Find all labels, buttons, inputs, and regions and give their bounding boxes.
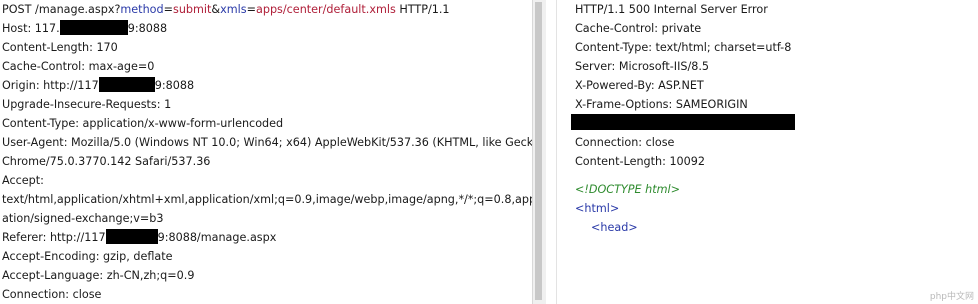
redaction-bar: [105, 229, 158, 244]
response-pane[interactable]: HTTP/1.1 500 Internal Server Error Cache…: [557, 0, 978, 304]
redaction-bar: [98, 77, 155, 92]
upgrade-header: Upgrade-Insecure-Requests: 1: [2, 98, 172, 111]
content-length-header: Content-Length: 170: [2, 41, 118, 54]
content-length-header: Content-Length: 10092: [575, 155, 706, 168]
content-type-header: Content-Type: application/x-www-form-url…: [2, 117, 284, 130]
server-header: Server: Microsoft-IIS/8.5: [575, 60, 710, 73]
cache-control-header: Cache-Control: private: [575, 22, 702, 35]
origin-header: Origin: http://117 9:8088: [2, 77, 195, 92]
referer-header: Referer: http://117 9:8088/manage.aspx: [2, 229, 277, 244]
frame-options-header: X-Frame-Options: SAMEORIGIN: [575, 98, 748, 111]
request-scrollbar-thumb[interactable]: [535, 2, 542, 300]
pane-divider[interactable]: [546, 0, 557, 304]
redaction-bar: [571, 114, 795, 130]
content-type-header: Content-Type: text/html; charset=utf-8: [575, 41, 792, 54]
connection-header: Connection: close: [575, 136, 675, 149]
accept-continuation-2: ation/signed-exchange;v=b3: [2, 212, 164, 225]
accept-language-header: Accept-Language: zh-CN,zh;q=0.9: [2, 269, 195, 282]
request-pane[interactable]: POST /manage.aspx?method=submit&xmls=app…: [0, 0, 532, 304]
user-agent-header: User-Agent: Mozilla/5.0 (Windows NT 10.0…: [2, 136, 532, 149]
host-header: Host: 117. 9:8088: [2, 20, 168, 35]
head-tag: <head>: [591, 221, 638, 234]
request-line: POST /manage.aspx?method=submit&xmls=app…: [2, 3, 450, 16]
redacted-header: [571, 114, 795, 133]
watermark: php中文网: [929, 292, 974, 302]
html-tag: <html>: [575, 202, 620, 215]
accept-header: Accept:: [2, 174, 44, 187]
accept-encoding-header: Accept-Encoding: gzip, deflate: [2, 250, 173, 263]
cache-control-header: Cache-Control: max-age=0: [2, 60, 155, 73]
burp-request-response-viewer: POST /manage.aspx?method=submit&xmls=app…: [0, 0, 978, 304]
connection-header: Connection: close: [2, 288, 102, 301]
user-agent-continuation: Chrome/75.0.3770.142 Safari/537.36: [2, 155, 211, 168]
redaction-bar: [59, 20, 128, 35]
powered-by-header: X-Powered-By: ASP.NET: [575, 79, 704, 92]
accept-continuation: text/html,application/xhtml+xml,applicat…: [2, 193, 532, 206]
doctype: <!DOCTYPE html>: [575, 183, 680, 196]
status-line: HTTP/1.1 500 Internal Server Error: [575, 3, 768, 16]
